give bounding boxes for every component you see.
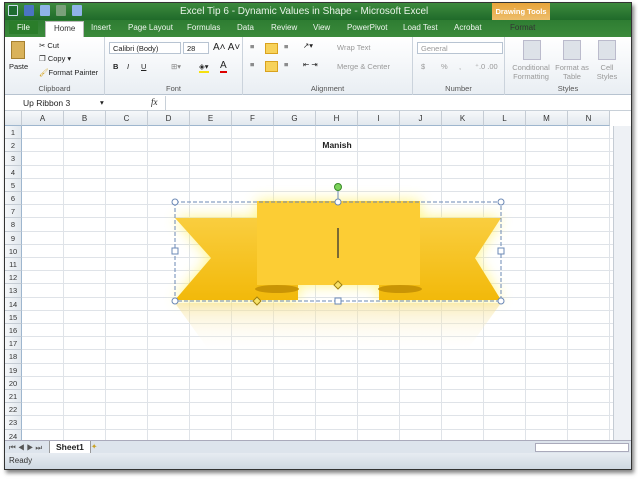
ribbon-shape[interactable] bbox=[175, 201, 501, 353]
horizontal-scrollbar[interactable] bbox=[535, 443, 629, 452]
rotate-handle bbox=[334, 183, 342, 191]
shape-layer bbox=[171, 183, 505, 353]
tab-format[interactable]: Format bbox=[510, 23, 535, 32]
excel-window: Excel Tip 6 - Dynamic Values in Shape - … bbox=[4, 2, 632, 470]
sheet-tab-bar: ⏮ ◀ ▶ ⏭ Sheet1 ✦ bbox=[5, 440, 631, 454]
status-bar: Ready bbox=[5, 453, 631, 469]
sheet-nav-buttons[interactable]: ⏮ ◀ ▶ ⏭ bbox=[9, 443, 42, 453]
insert-sheet-icon[interactable]: ✦ bbox=[91, 442, 97, 451]
status-text: Ready bbox=[9, 456, 33, 465]
